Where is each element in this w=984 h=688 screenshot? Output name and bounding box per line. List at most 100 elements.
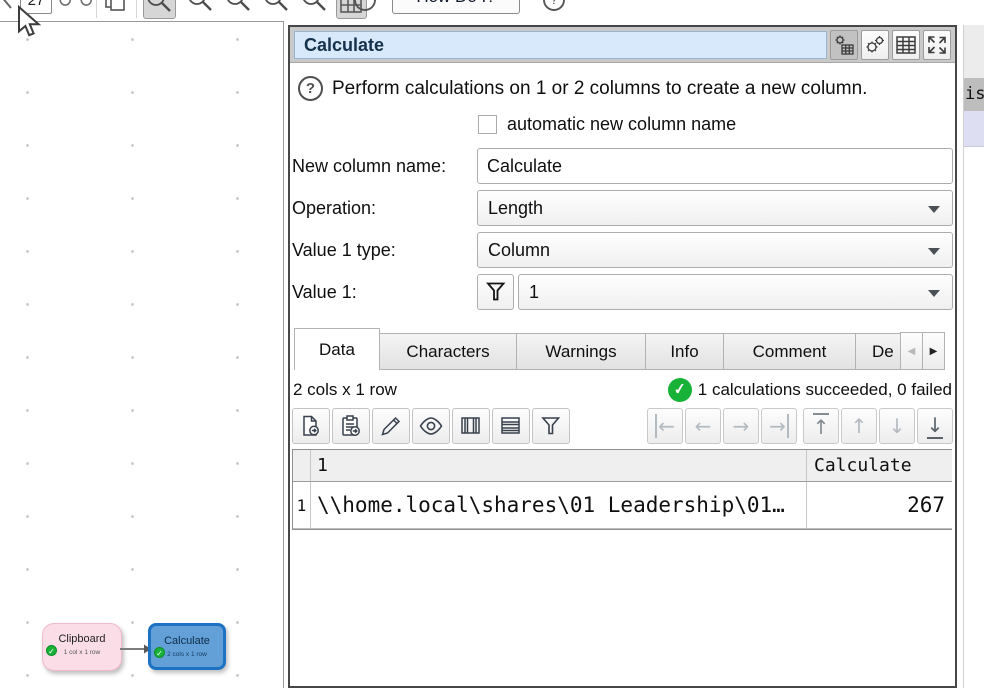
value1-value: 1: [529, 282, 539, 303]
app-window: 27 ↻ ↻ How Do I? ? ✓ Clipboard 1 col x 1…: [0, 0, 984, 688]
magnifier-icon: [144, 0, 175, 18]
data-table: 1 Calculate 1 \\home.local\shares\01 Lea…: [292, 449, 952, 530]
operation-label: Operation:: [292, 198, 477, 219]
pencil-icon: [379, 414, 403, 438]
recent-clock-icon[interactable]: [352, 0, 380, 18]
node-title: Calculate: [151, 635, 223, 647]
corner-cell[interactable]: [293, 450, 311, 481]
column-header-calculate[interactable]: Calculate: [807, 450, 952, 481]
svg-text:?: ?: [550, 0, 557, 7]
help-row: ? Perform calculations on 1 or 2 columns…: [290, 76, 955, 101]
node-clipboard[interactable]: ✓ Clipboard 1 col x 1 row: [42, 623, 122, 671]
go-first-col-button[interactable]: ←: [647, 408, 683, 444]
go-last-col-button[interactable]: →: [761, 408, 797, 444]
copy-to-clipboard-button[interactable]: [332, 408, 370, 444]
help-circle-icon[interactable]: ?: [541, 0, 569, 18]
row-number[interactable]: 1: [293, 482, 311, 528]
gear-table-icon: [833, 34, 855, 56]
show-transform-button[interactable]: [830, 30, 858, 60]
calc-status: ✓ 1 calculations succeeded, 0 failed: [668, 378, 952, 402]
column-widths-button[interactable]: [452, 408, 490, 444]
cell-calculate-value[interactable]: 267: [807, 482, 952, 528]
zoom-reset-icon[interactable]: [299, 0, 330, 19]
success-check-icon: ✓: [667, 376, 693, 402]
clipboard-export-icon: [339, 414, 363, 438]
new-column-name-input[interactable]: [477, 148, 953, 184]
zoom-out-icon[interactable]: [223, 0, 254, 19]
expand-icon: [926, 34, 948, 56]
go-down-row-button[interactable]: ↓: [879, 408, 915, 444]
go-next-col-button[interactable]: →: [723, 408, 759, 444]
table-row: 1 \\home.local\shares\01 Leadership\01… …: [293, 482, 952, 529]
tab-scroll-left-button[interactable]: ◀: [900, 332, 923, 370]
value1-label: Value 1:: [292, 282, 477, 303]
arrow-first-icon: ←: [655, 414, 675, 438]
tab-details[interactable]: De: [856, 333, 901, 370]
arrow-top-icon: ↑: [813, 413, 830, 439]
funnel-icon: [484, 280, 508, 304]
go-up-row-button[interactable]: ↑: [841, 408, 877, 444]
value1-select[interactable]: 1: [518, 274, 953, 310]
show-table-button[interactable]: [892, 30, 920, 60]
preview-button[interactable]: [412, 408, 450, 444]
flow-canvas[interactable]: ✓ Clipboard 1 col x 1 row ✓ Calculate 2 …: [0, 21, 284, 688]
tab-scroll-right-button[interactable]: ▶: [922, 332, 945, 370]
tab-characters[interactable]: Characters: [379, 333, 517, 370]
arrow-left-icon: ←: [695, 414, 712, 438]
value1-type-row: Value 1 type: Column: [292, 232, 953, 268]
sliver-selected-row: [964, 111, 984, 147]
rows-icon: [499, 414, 523, 438]
auto-name-row: automatic new column name: [290, 113, 955, 135]
chevron-down-icon: [928, 290, 940, 297]
panel-description: Perform calculations on 1 or 2 columns t…: [332, 78, 867, 100]
right-pane-sliver: is: [963, 25, 984, 688]
go-bottom-row-button[interactable]: ↓: [917, 408, 953, 444]
chevron-down-icon: [928, 206, 940, 213]
calc-status-text: 1 calculations succeeded, 0 failed: [698, 380, 952, 400]
navigation-buttons: ← ← → → ↑ ↑ ↓ ↓: [645, 408, 953, 444]
go-top-row-button[interactable]: ↑: [803, 408, 839, 444]
auto-name-checkbox[interactable]: [478, 115, 497, 134]
go-prev-col-button[interactable]: ←: [685, 408, 721, 444]
zoom-in-icon[interactable]: [185, 0, 216, 19]
new-column-name-row: New column name:: [292, 148, 953, 184]
column-header-1[interactable]: 1: [311, 450, 807, 481]
table-header-row: 1 Calculate: [293, 450, 952, 482]
toolbar-separator: [96, 0, 97, 18]
value1-type-label: Value 1 type:: [292, 240, 477, 261]
calculate-panel: Calculate ? Perform calculations on 1 or…: [288, 25, 957, 688]
how-do-i-button[interactable]: How Do I?: [392, 0, 520, 14]
tab-comment[interactable]: Comment: [723, 333, 856, 370]
options-button[interactable]: [861, 30, 889, 60]
result-tabs: Data Characters Warnings Info Comment De…: [290, 328, 955, 370]
zoom-tool-button-active[interactable]: [143, 0, 176, 19]
edit-values-button[interactable]: [372, 408, 410, 444]
eye-icon: [418, 414, 444, 438]
panel-title[interactable]: Calculate: [294, 31, 827, 59]
gears-icon: [864, 34, 886, 56]
export-file-button[interactable]: [292, 408, 330, 444]
arrow-down-icon: ↓: [889, 414, 906, 438]
undo-icon[interactable]: ↻: [57, 0, 73, 13]
redo-icon[interactable]: ↻: [78, 0, 94, 13]
operation-select[interactable]: Length: [477, 190, 953, 226]
cell-path-value[interactable]: \\home.local\shares\01 Leadership\01…: [311, 482, 807, 528]
new-column-name-label: New column name:: [292, 156, 477, 177]
table-icon: [895, 34, 917, 56]
value1-type-value: Column: [488, 240, 550, 261]
value1-type-select[interactable]: Column: [477, 232, 953, 268]
zoom-fit-icon[interactable]: [261, 0, 292, 19]
tab-data[interactable]: Data: [294, 328, 380, 370]
value1-filter-button[interactable]: [477, 274, 514, 310]
node-calculate-selected[interactable]: ✓ Calculate 2 cols x 1 row: [148, 623, 226, 670]
tab-warnings[interactable]: Warnings: [516, 333, 646, 370]
maximize-pane-button[interactable]: [923, 30, 951, 60]
duplicate-icon[interactable]: [103, 0, 129, 15]
question-icon[interactable]: ?: [298, 76, 323, 101]
operation-row: Operation: Length: [292, 190, 953, 226]
row-heights-button[interactable]: [492, 408, 530, 444]
filter-data-button[interactable]: [532, 408, 570, 444]
funnel-icon: [539, 414, 563, 438]
tab-info[interactable]: Info: [645, 333, 724, 370]
mouse-cursor: [16, 5, 44, 39]
